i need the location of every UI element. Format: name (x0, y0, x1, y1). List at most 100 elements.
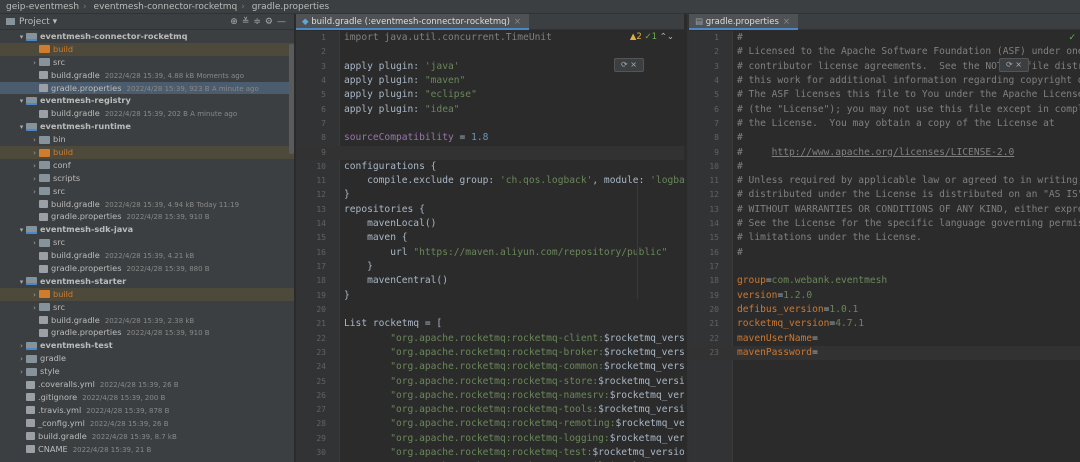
code-token: "org.apache.rocketmq:rocketmq-common: (344, 361, 604, 373)
expand-arrow-icon[interactable]: ▾ (17, 276, 26, 288)
tree-folder-item[interactable]: › conf (0, 159, 294, 172)
expand-arrow-icon[interactable]: › (30, 173, 39, 185)
expand-arrow-icon[interactable]: ▾ (17, 224, 26, 236)
code-token: com.webank.eventmesh (771, 275, 888, 287)
tree-folder-item[interactable]: › style (0, 365, 294, 378)
close-icon[interactable]: × (630, 60, 637, 69)
gradle-reload-toolbar[interactable]: ⟳ × (999, 58, 1029, 72)
chevron-down-icon[interactable]: ⌄ (667, 32, 674, 42)
close-icon[interactable]: × (1015, 60, 1022, 69)
expand-arrow-icon[interactable]: › (17, 340, 26, 352)
tree-folder-item[interactable]: › src (0, 236, 294, 249)
tree-file-item[interactable]: build.gradle 2022/4/28 15:39, 2.38 kB (0, 314, 294, 327)
line-number: 13 (316, 204, 326, 214)
gear-icon[interactable]: ⚙ (265, 17, 277, 27)
tree-folder-item[interactable]: › gradle (0, 352, 294, 365)
code-token: http://www.apache.org/licenses/LICENSE-2… (771, 146, 1015, 158)
breadcrumb-file[interactable]: gradle.properties (252, 2, 329, 12)
tree-folder-item[interactable]: ▾ eventmesh-starter (0, 275, 294, 288)
folder-icon (26, 367, 37, 376)
line-number: 14 (709, 219, 719, 229)
tree-item-label: CNAME (38, 443, 68, 454)
expand-arrow-icon[interactable]: › (17, 366, 26, 378)
tree-folder-item[interactable]: › src (0, 301, 294, 314)
tree-file-item[interactable]: .coveralls.yml 2022/4/28 15:39, 26 B (0, 378, 294, 391)
tree-file-item[interactable]: build.gradle 2022/4/28 15:39, 4.94 kB Tod… (0, 198, 294, 211)
tree-file-item[interactable]: build.gradle 2022/4/28 15:39, 4.21 kB (0, 249, 294, 262)
inspection-widget[interactable]: ▲2 ✓1 ⌃⌄ (630, 32, 674, 42)
project-scrollbar[interactable] (289, 44, 294, 154)
tab-build-gradle[interactable]: ◆ build.gradle (:eventmesh-connector-roc… (296, 14, 530, 30)
tree-folder-item[interactable]: › build (0, 287, 294, 301)
expand-arrow-icon[interactable]: › (30, 237, 39, 249)
expand-all-icon[interactable]: ≑ (253, 17, 265, 27)
expand-arrow-icon[interactable]: › (30, 302, 39, 314)
expand-arrow-icon[interactable]: › (30, 160, 39, 172)
expand-arrow-icon[interactable]: › (30, 134, 39, 146)
expand-arrow-icon[interactable]: › (30, 289, 39, 301)
file-meta: 2022/4/28 15:39, 923 B A minute ago (126, 84, 259, 93)
gradle-reload-icon[interactable]: ⟳ (621, 60, 628, 69)
hide-icon[interactable]: — (277, 17, 290, 27)
line-number: 4 (321, 75, 326, 85)
close-icon[interactable]: × (514, 17, 521, 27)
tree-folder-item[interactable]: ▾ eventmesh-sdk-java (0, 223, 294, 236)
expand-arrow-icon[interactable]: › (30, 147, 39, 159)
breadcrumb-project[interactable]: geip-eventmesh (6, 2, 79, 12)
tree-file-item[interactable]: build.gradle 2022/4/28 15:39, 8.7 kB (0, 430, 294, 443)
code-token: 1.2.0 (783, 289, 813, 301)
file-icon (26, 445, 35, 453)
code-area[interactable]: 1 #2 # Licensed to the Apache Software Fou… (689, 31, 1080, 462)
line-number: 19 (709, 290, 719, 300)
expand-arrow-icon[interactable]: › (30, 186, 39, 198)
tree-folder-item[interactable]: › eventmesh-test (0, 339, 294, 352)
expand-arrow-icon[interactable]: › (17, 353, 26, 365)
tree-folder-item[interactable]: ▾ eventmesh-runtime (0, 120, 294, 133)
close-icon[interactable]: × (783, 17, 790, 27)
chevron-up-icon[interactable]: ⌃ (660, 32, 667, 42)
line-number: 6 (321, 104, 326, 114)
tree-file-item[interactable]: CNAME 2022/4/28 15:39, 21 B (0, 443, 294, 456)
tree-folder-item[interactable]: › bin (0, 133, 294, 146)
tree-item-label: build.gradle (51, 250, 100, 261)
code-line: 27 "org.apache.rocketmq:rocketmq-tools:$… (296, 403, 684, 417)
file-meta: 2022/4/28 15:39, 26 B (89, 419, 169, 428)
tree-folder-item[interactable]: › build (0, 146, 294, 159)
collapse-all-icon[interactable]: ≚ (242, 17, 254, 27)
tab-label: build.gradle (:eventmesh-connector-rocke… (311, 17, 510, 27)
tree-file-item[interactable]: gradle.properties 2022/4/28 15:39, 923 B … (0, 81, 294, 95)
expand-arrow-icon[interactable]: ▾ (17, 31, 26, 43)
tree-file-item[interactable]: gradle.properties 2022/4/28 15:39, 910 B (0, 326, 294, 339)
tree-file-item[interactable]: .gitignore 2022/4/28 15:39, 200 B (0, 391, 294, 404)
expand-arrow-icon[interactable]: › (30, 57, 39, 69)
expand-arrow-icon[interactable]: ▾ (17, 121, 26, 133)
tree-file-item[interactable]: .travis.yml 2022/4/28 15:39, 878 B (0, 404, 294, 417)
tree-folder-item[interactable]: ▾ eventmesh-connector-rocketmq (0, 30, 294, 43)
tree-folder-item[interactable]: ▾ eventmesh-registry (0, 94, 294, 107)
tree-file-item[interactable]: build.gradle 2022/4/28 15:39, 202 B A min… (0, 107, 294, 120)
code-line: 24 "org.apache.rocketmq:rocketmq-common:… (296, 360, 684, 374)
tree-folder-item[interactable]: › src (0, 56, 294, 69)
tab-gradle-properties[interactable]: ▤ gradle.properties × (689, 14, 799, 30)
expand-arrow-icon[interactable]: ▾ (17, 95, 26, 107)
tree-item-label: gradle.properties (51, 82, 122, 93)
gradle-reload-toolbar[interactable]: ⟳ × (614, 58, 644, 72)
tree-folder-item[interactable]: build (0, 42, 294, 56)
warning-count: 2 (636, 32, 642, 42)
breadcrumb-module[interactable]: eventmesh-connector-rocketmq (94, 2, 238, 12)
code-token: , module: (592, 175, 651, 187)
tree-folder-item[interactable]: › scripts (0, 172, 294, 185)
line-number: 20 (316, 304, 326, 314)
project-view-title[interactable]: Project (19, 17, 50, 27)
code-token: "org.apache.rocketmq:rocketmq-test: (344, 447, 593, 459)
tree-file-item[interactable]: gradle.properties 2022/4/28 15:39, 910 B (0, 210, 294, 223)
tree-file-item[interactable]: gradle.properties 2022/4/28 15:39, 880 B (0, 262, 294, 275)
chevron-down-icon[interactable]: ▾ (53, 17, 58, 27)
locate-icon[interactable]: ⊕ (230, 17, 242, 27)
tree-file-item[interactable]: build.gradle 2022/4/28 15:39, 4.88 kB Mom… (0, 69, 294, 82)
tree-folder-item[interactable]: › src (0, 185, 294, 198)
tree-file-item[interactable]: _config.yml 2022/4/28 15:39, 26 B (0, 417, 294, 430)
code-area[interactable]: 1 import java.util.concurrent.TimeUnit 2 3 a… (296, 31, 684, 462)
gradle-reload-icon[interactable]: ⟳ (1006, 60, 1013, 69)
code-line: 26 "org.apache.rocketmq:rocketmq-namesrv… (296, 389, 684, 403)
